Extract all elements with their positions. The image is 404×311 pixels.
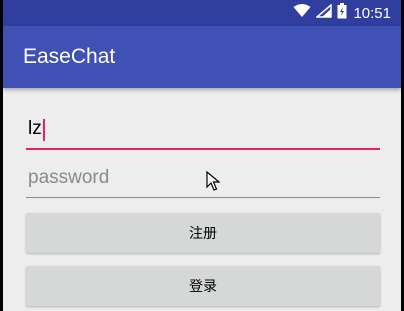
login-button[interactable]: 登录 (26, 266, 380, 306)
status-time: 10:51 (353, 4, 391, 22)
register-button[interactable]: 注册 (26, 213, 380, 253)
mouse-pointer-icon (206, 170, 221, 196)
signal-icon (315, 3, 333, 22)
app-title: EaseChat (23, 45, 116, 68)
password-field[interactable] (26, 158, 380, 198)
text-caret (43, 119, 45, 141)
battery-icon (337, 3, 347, 23)
username-field[interactable] (26, 110, 380, 150)
status-icons (293, 3, 347, 23)
app-bar: EaseChat (3, 26, 401, 88)
wifi-icon (293, 4, 311, 22)
username-input[interactable] (26, 110, 380, 148)
phone-screen: 10:51 EaseChat 注册 登录 (0, 0, 404, 311)
password-input[interactable] (26, 158, 380, 197)
status-bar: 10:51 (3, 0, 401, 26)
